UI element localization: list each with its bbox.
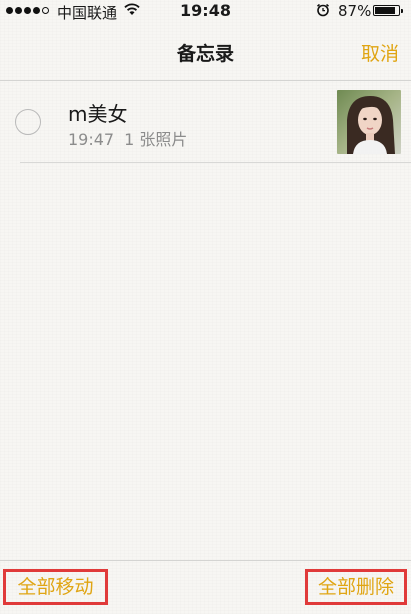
alarm-clock-icon [316, 3, 330, 17]
cancel-button[interactable]: 取消 [361, 39, 399, 66]
note-attachment-count: 1 张照片 [124, 130, 188, 149]
note-title: m美女 [68, 102, 128, 126]
battery-percent: 87% [338, 2, 372, 20]
delete-all-button[interactable]: 全部删除 [305, 569, 407, 605]
page-title: 备忘录 [176, 43, 234, 65]
battery-icon [373, 5, 403, 16]
select-circle-icon[interactable] [15, 109, 41, 135]
bottom-toolbar: 全部移动 全部删除 [0, 560, 411, 614]
note-photo-thumbnail [337, 90, 401, 154]
battery-fill [375, 7, 395, 14]
navigation-bar: 备忘录 取消 [0, 22, 411, 81]
note-time: 19:47 [68, 130, 115, 149]
status-bar: 中国联通 19:48 87% [0, 0, 411, 22]
note-list-item[interactable]: m美女 19:47 1 张照片 [0, 81, 411, 163]
row-divider [20, 162, 411, 163]
note-meta: 19:47 1 张照片 [68, 126, 187, 150]
move-all-button[interactable]: 全部移动 [3, 569, 108, 605]
